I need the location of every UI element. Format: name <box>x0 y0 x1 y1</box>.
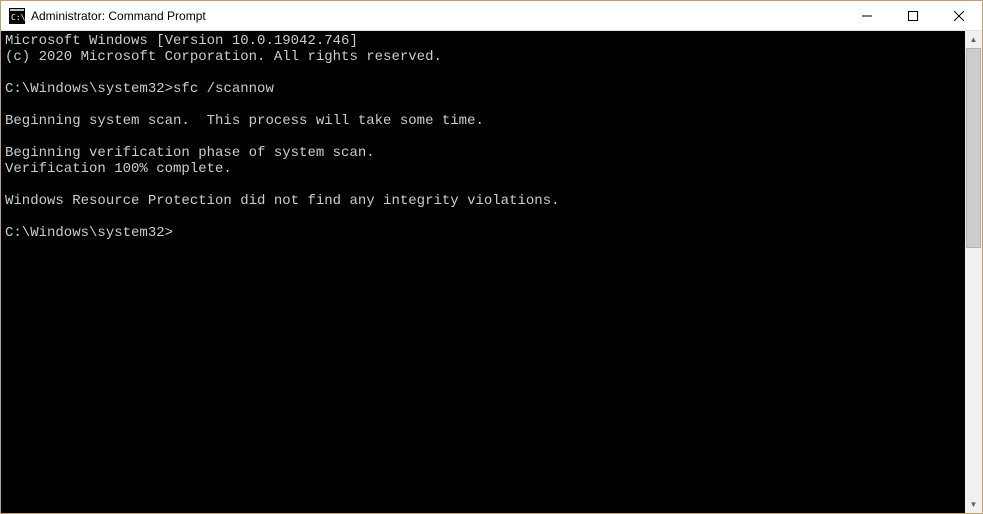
terminal-prompt: C:\Windows\system32> <box>5 225 173 241</box>
window-title: Administrator: Command Prompt <box>31 9 844 23</box>
minimize-button[interactable] <box>844 1 890 30</box>
cmd-icon: C:\ <box>9 8 25 24</box>
terminal-line: Windows Resource Protection did not find… <box>5 193 560 209</box>
vertical-scrollbar[interactable]: ▲ ▼ <box>965 31 982 513</box>
terminal-line: C:\Windows\system32>sfc /scannow <box>5 81 274 97</box>
window-controls <box>844 1 982 30</box>
maximize-button[interactable] <box>890 1 936 30</box>
terminal-output[interactable]: Microsoft Windows [Version 10.0.19042.74… <box>1 31 965 513</box>
terminal-line: Beginning verification phase of system s… <box>5 145 375 161</box>
terminal-line: Beginning system scan. This process will… <box>5 113 484 129</box>
svg-text:C:\: C:\ <box>11 13 25 22</box>
scrollbar-up-arrow[interactable]: ▲ <box>965 31 982 48</box>
close-button[interactable] <box>936 1 982 30</box>
terminal-line: Verification 100% complete. <box>5 161 232 177</box>
terminal-wrapper: Microsoft Windows [Version 10.0.19042.74… <box>1 31 982 513</box>
titlebar[interactable]: C:\ Administrator: Command Prompt <box>1 1 982 31</box>
terminal-line: Microsoft Windows [Version 10.0.19042.74… <box>5 33 358 49</box>
scrollbar-thumb[interactable] <box>966 48 981 248</box>
scrollbar-down-arrow[interactable]: ▼ <box>965 496 982 513</box>
terminal-line: (c) 2020 Microsoft Corporation. All righ… <box>5 49 442 65</box>
command-prompt-window: C:\ Administrator: Command Prompt Micros… <box>0 0 983 514</box>
